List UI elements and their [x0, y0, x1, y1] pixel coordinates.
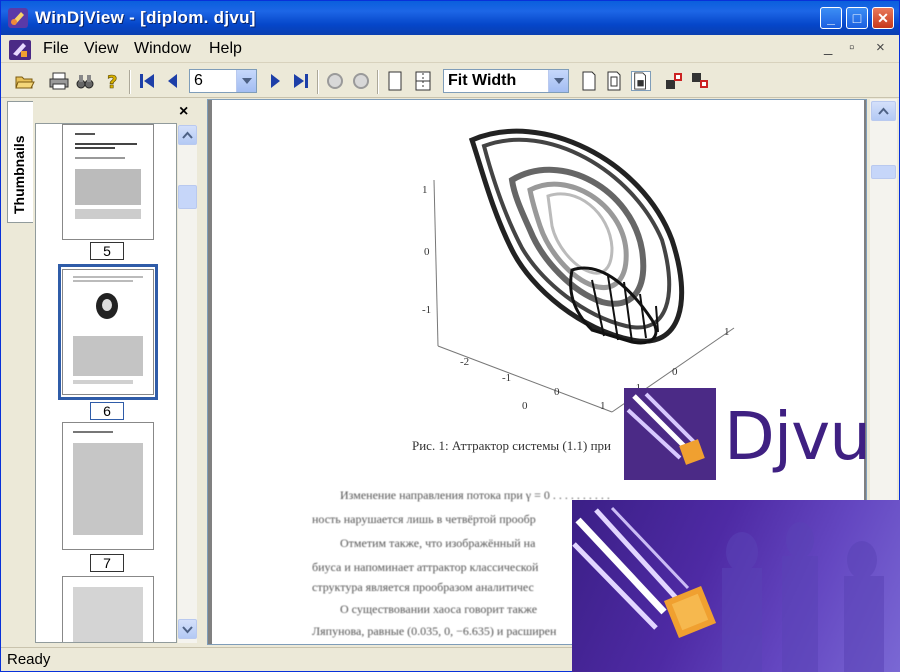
scroll-down-button[interactable]	[178, 619, 197, 639]
paragraph-line: структура является прообразом аналитичес	[312, 580, 534, 594]
figure-caption: Рис. 1: Аттрактор системы (1.1) при	[412, 438, 611, 453]
toolbar-separator	[129, 70, 131, 94]
djvu-feather-icon	[626, 392, 705, 465]
djvu-logo-mark	[624, 388, 716, 480]
thumbnail-list: 5 6 7	[35, 123, 177, 643]
maximize-button[interactable]: □	[846, 7, 868, 29]
page-number-value: 6	[194, 72, 203, 89]
thumbnail-page-8[interactable]	[62, 576, 154, 642]
fit-page-icon[interactable]	[605, 71, 625, 91]
axis-tick: 0	[522, 400, 528, 412]
axis-tick: 0	[672, 366, 678, 378]
close-icon: ✕	[877, 10, 889, 26]
thumbnail-label-6: 6	[90, 402, 124, 420]
chevron-down-icon	[182, 626, 193, 634]
menu-bar: File View Window Help _ ▫ ×	[1, 35, 899, 63]
toolbar: ? 6 Fit Width	[1, 64, 899, 98]
thumbnail-page-5[interactable]	[62, 124, 154, 240]
continuous-page-icon[interactable]	[413, 71, 433, 91]
print-icon[interactable]	[49, 71, 69, 91]
scroll-thumb[interactable]	[871, 165, 896, 179]
single-page-icon[interactable]	[385, 71, 405, 91]
axis-tick: 1	[600, 400, 606, 412]
open-folder-icon[interactable]	[15, 71, 35, 91]
tab-thumbnails-label: Thumbnails	[11, 135, 27, 214]
next-page-icon[interactable]	[265, 71, 285, 91]
toolbar-separator	[317, 70, 319, 94]
rotate-right-icon[interactable]	[691, 71, 711, 91]
windjview-app-icon	[8, 8, 28, 28]
menu-view[interactable]: View	[84, 40, 118, 58]
thumbnail-page-7[interactable]	[62, 422, 154, 550]
menu-window[interactable]: Window	[134, 40, 191, 58]
svg-text:?: ?	[107, 72, 117, 91]
zoom-value: Fit Width	[448, 72, 517, 89]
window-title: WinDjView - [diplom. djvu]	[35, 8, 256, 27]
paragraph-line: Изменение направления потока при γ = 0 .…	[340, 488, 610, 502]
axis-tick: 1	[724, 326, 730, 338]
paragraph-line: О существовании хаоса говорит также	[340, 602, 538, 616]
mdi-minimize-button[interactable]: _	[824, 39, 832, 56]
menu-help[interactable]: Help	[209, 40, 242, 58]
mdi-restore-button[interactable]: ▫	[849, 39, 854, 56]
axis-tick: -2	[460, 356, 470, 368]
previous-page-icon[interactable]	[163, 71, 183, 91]
page-6-preview	[73, 276, 143, 384]
scroll-up-button[interactable]	[871, 101, 896, 121]
paragraph-line: биуса и напоминает аттрактор классическо…	[312, 560, 539, 574]
close-button[interactable]: ✕	[872, 7, 894, 29]
toolbar-separator	[377, 70, 379, 94]
zoom-combo[interactable]: Fit Width	[443, 69, 569, 93]
forward-circle-icon[interactable]	[351, 71, 371, 91]
status-text: Ready	[7, 651, 51, 668]
mdi-close-button[interactable]: ×	[876, 39, 885, 56]
page-number-combo[interactable]: 6	[189, 69, 257, 93]
tab-thumbnails[interactable]: Thumbnails	[7, 101, 33, 223]
rotate-left-icon[interactable]	[665, 71, 685, 91]
menu-file[interactable]: File	[43, 40, 69, 58]
thumbnails-panel: Thumbnails × 5 6 7	[1, 99, 205, 645]
chevron-down-icon[interactable]	[236, 70, 256, 92]
maximize-icon: □	[852, 10, 862, 26]
thumbnails-scrollbar[interactable]	[178, 125, 197, 643]
page-5-preview	[75, 133, 141, 219]
axis-tick: 0	[554, 386, 560, 398]
close-panel-button[interactable]: ×	[179, 103, 188, 121]
chevron-down-icon[interactable]	[548, 70, 568, 92]
axis-tick: 1	[422, 184, 428, 196]
help-question-icon[interactable]: ?	[103, 71, 123, 91]
thumbnail-page-6[interactable]	[62, 269, 154, 395]
find-binoculars-icon[interactable]	[75, 71, 95, 91]
scroll-thumb[interactable]	[178, 185, 197, 209]
scroll-up-button[interactable]	[178, 125, 197, 145]
axis-tick: -1	[422, 304, 432, 316]
chevron-up-icon	[878, 107, 889, 115]
page-8-preview	[73, 587, 143, 642]
thumbnail-label-5: 5	[90, 242, 124, 260]
axis-tick: -1	[502, 372, 512, 384]
document-icon[interactable]	[8, 39, 32, 61]
paragraph-line: Ляпунова, равные (0.035, 0, −6.635) и ра…	[312, 624, 557, 638]
fit-width-icon[interactable]	[631, 71, 651, 91]
title-bar[interactable]: WinDjView - [diplom. djvu] _ □ ✕	[1, 1, 899, 35]
minimize-icon: _	[827, 10, 835, 26]
djvu-logo-text: Djvu	[724, 398, 871, 475]
page-7-preview	[73, 431, 143, 535]
back-circle-icon[interactable]	[325, 71, 345, 91]
djvu-promo-banner	[572, 500, 900, 672]
attractor-figure	[433, 128, 735, 413]
first-page-icon[interactable]	[137, 71, 157, 91]
paragraph-line: ность нарушается лишь в четвёртой прообр	[312, 512, 536, 526]
chevron-up-icon	[182, 131, 193, 139]
thumbnail-label-7: 7	[90, 554, 124, 572]
djvu-banner-art	[572, 506, 884, 672]
last-page-icon[interactable]	[291, 71, 311, 91]
minimize-button[interactable]: _	[820, 7, 842, 29]
axis-tick: 0	[424, 246, 430, 258]
paragraph-line: Отметим также, что изображённый на	[340, 536, 536, 550]
zoom-page-icon[interactable]	[579, 71, 599, 91]
